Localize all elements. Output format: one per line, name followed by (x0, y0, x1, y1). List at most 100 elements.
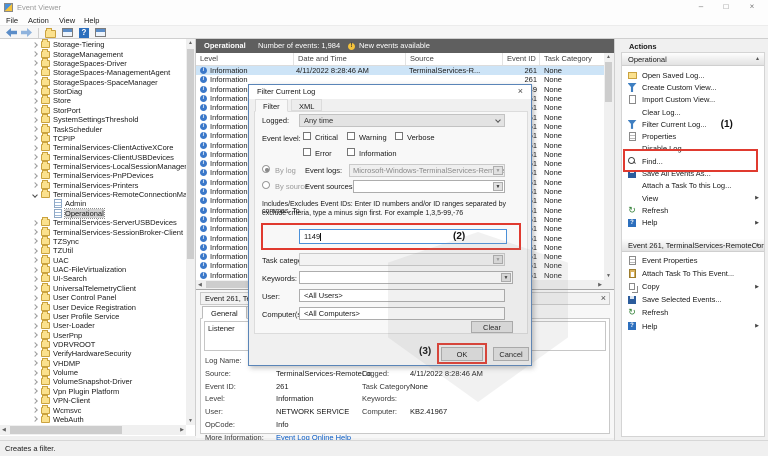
chevron-collapsed-icon[interactable] (32, 323, 38, 329)
console-window-icon[interactable] (62, 28, 73, 37)
action-item-save-selected-events[interactable]: Save Selected Events... (622, 294, 764, 306)
action-item-create-custom-view[interactable]: Create Custom View... (622, 81, 764, 93)
tree-item-vpn-client[interactable]: VPN-Client (0, 396, 186, 405)
chevron-collapsed-icon[interactable] (32, 173, 38, 179)
chevron-collapsed-icon[interactable] (32, 257, 38, 263)
tab-general[interactable]: General (202, 306, 247, 319)
tree-item-storage-tiering[interactable]: Storage-Tiering (0, 40, 186, 49)
action-item-copy[interactable]: Copy▶ (622, 280, 764, 292)
tree-item-volume[interactable]: Volume (0, 368, 186, 377)
details-close-icon[interactable]: × (601, 293, 606, 303)
chevron-collapsed-icon[interactable] (32, 314, 38, 320)
tree-item-user-control-panel[interactable]: User Control Panel (0, 293, 186, 302)
task-category-dropdown[interactable]: ▼ (299, 253, 505, 266)
chevron-collapsed-icon[interactable] (32, 239, 38, 245)
tree-item-vdrvroot[interactable]: VDRVROOT (0, 340, 186, 349)
chevron-collapsed-icon[interactable] (32, 89, 38, 95)
menu-action[interactable]: Action (25, 16, 52, 26)
tree-item-storport[interactable]: StorPort (0, 106, 186, 115)
back-arrow-icon[interactable] (6, 28, 17, 37)
actions-section-header[interactable]: Operational▴ (622, 53, 764, 66)
chevron-collapsed-icon[interactable] (32, 107, 38, 113)
menu-file[interactable]: File (3, 16, 21, 26)
tree-item-storagespaces-spacemanager[interactable]: StorageSpaces-SpaceManager (0, 77, 186, 86)
tree-item-user-loader[interactable]: User-Loader (0, 321, 186, 330)
tree-item-store[interactable]: Store (0, 96, 186, 105)
tree-item-vhdmp[interactable]: VHDMP (0, 359, 186, 368)
action-item-filter-current-log[interactable]: Filter Current Log...(1) (622, 118, 764, 130)
tree-horizontal-scrollbar[interactable]: ◀ ▶ (0, 425, 186, 435)
dialog-close-icon[interactable]: × (518, 86, 523, 96)
column-event-id[interactable]: Event ID (503, 53, 540, 65)
table-row[interactable]: iInformation4/11/2022 8:28:46 AMTerminal… (196, 66, 604, 75)
chevron-collapsed-icon[interactable] (32, 351, 38, 357)
tree-item-storagemanagement[interactable]: StorageManagement (0, 49, 186, 58)
dialog-tab-xml[interactable]: XML (291, 99, 322, 111)
chevron-collapsed-icon[interactable] (32, 407, 38, 413)
close-button[interactable]: × (743, 1, 761, 13)
chevron-collapsed-icon[interactable] (32, 267, 38, 273)
chevron-collapsed-icon[interactable] (32, 332, 38, 338)
column-source[interactable]: Source (406, 53, 503, 65)
help-icon[interactable]: ? (79, 28, 89, 38)
tree-item-stordiag[interactable]: StorDiag (0, 87, 186, 96)
show-console-tree-icon[interactable] (45, 30, 56, 38)
keywords-dropdown[interactable]: ▼ (299, 271, 513, 284)
tree-item-webauth[interactable]: WebAuth (0, 415, 186, 424)
logged-dropdown[interactable]: Any time (299, 114, 505, 127)
chevron-collapsed-icon[interactable] (32, 370, 38, 376)
chevron-collapsed-icon[interactable] (32, 379, 38, 385)
action-item-help[interactable]: ?Help▶ (622, 320, 764, 332)
checkbox-critical[interactable] (303, 132, 311, 140)
chevron-collapsed-icon[interactable] (32, 126, 38, 132)
event-sources-dropdown[interactable]: ▼ (353, 180, 505, 193)
tree-item-userpnp[interactable]: UserPnp (0, 330, 186, 339)
column-level[interactable]: Level (196, 53, 294, 65)
tree-item-terminalservices-clientactivexcore[interactable]: TerminalServices-ClientActiveXCore (0, 143, 186, 152)
action-item-import-custom-view[interactable]: Import Custom View... (622, 94, 764, 106)
checkbox-error[interactable] (303, 148, 311, 156)
chevron-collapsed-icon[interactable] (32, 145, 38, 151)
tree-item-operational[interactable]: Operational (0, 209, 186, 218)
chevron-collapsed-icon[interactable] (32, 164, 38, 170)
minimize-button[interactable]: – (692, 1, 710, 13)
chevron-collapsed-icon[interactable] (32, 154, 38, 160)
tree-item-ui-search[interactable]: UI-Search (0, 274, 186, 283)
tree-item-vpn-plugin-platform[interactable]: Vpn Plugin Platform (0, 387, 186, 396)
chevron-collapsed-icon[interactable] (32, 360, 38, 366)
action-item-help[interactable]: ?Help▶ (622, 217, 764, 229)
chevron-collapsed-icon[interactable] (32, 417, 38, 423)
tree-item-verifyhardwaresecurity[interactable]: VerifyHardwareSecurity (0, 349, 186, 358)
radio-by-log[interactable] (262, 165, 270, 173)
dialog-tab-filter[interactable]: Filter (255, 99, 288, 112)
tree-item-admin[interactable]: Admin (0, 199, 186, 208)
tree-item-terminalservices-clientusbdevices[interactable]: TerminalServices-ClientUSBDevices (0, 152, 186, 161)
chevron-expanded-icon[interactable] (32, 192, 38, 198)
chevron-collapsed-icon[interactable] (32, 389, 38, 395)
tree-item-tzutil[interactable]: TZUtil (0, 246, 186, 255)
cancel-button[interactable]: Cancel (493, 347, 529, 361)
maximize-button[interactable]: □ (717, 1, 735, 13)
chevron-collapsed-icon[interactable] (32, 98, 38, 104)
collapse-arrow-icon[interactable]: ▴ (756, 53, 759, 66)
action-item-refresh[interactable]: ↻Refresh (622, 307, 764, 319)
tree-item-volumesnapshot-driver[interactable]: VolumeSnapshot-Driver (0, 377, 186, 386)
forward-arrow-icon[interactable] (21, 28, 32, 37)
chevron-collapsed-icon[interactable] (32, 42, 38, 48)
chevron-collapsed-icon[interactable] (32, 61, 38, 67)
console-window-icon-2[interactable] (95, 28, 106, 37)
tree-item-taskscheduler[interactable]: TaskScheduler (0, 124, 186, 133)
column-task-category[interactable]: Task Category (540, 53, 603, 65)
checkbox-verbose[interactable] (395, 132, 403, 140)
tree-item-terminalservices-sessionbroker-client[interactable]: TerminalServices-SessionBroker-Client (0, 227, 186, 236)
chevron-collapsed-icon[interactable] (32, 70, 38, 76)
chevron-collapsed-icon[interactable] (32, 295, 38, 301)
action-item-attach-task-to-this-event[interactable]: Attach Task To This Event... (622, 267, 764, 279)
tree-item-storagespaces-managementagent[interactable]: StorageSpaces-ManagementAgent (0, 68, 186, 77)
radio-by-source[interactable] (262, 181, 270, 189)
chevron-collapsed-icon[interactable] (32, 276, 38, 282)
chevron-collapsed-icon[interactable] (32, 248, 38, 254)
user-input[interactable]: <All Users> (299, 289, 505, 302)
checkbox-warning[interactable] (347, 132, 355, 140)
tree-item-terminalservices-pnpdevices[interactable]: TerminalServices-PnPDevices (0, 171, 186, 180)
